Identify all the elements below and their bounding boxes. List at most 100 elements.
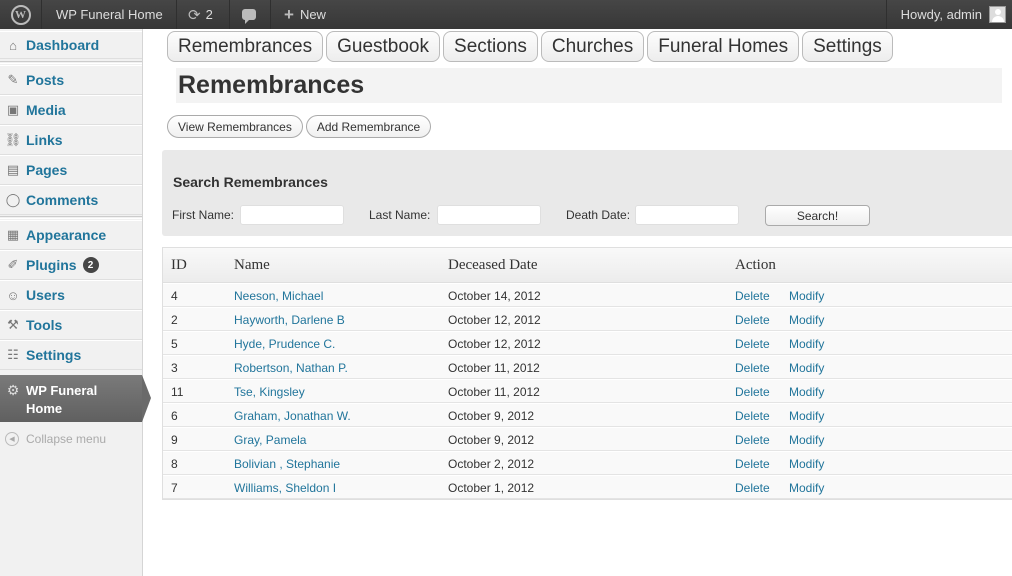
modify-link[interactable]: Modify	[789, 433, 824, 447]
account-menu[interactable]: Howdy, admin	[901, 0, 1006, 29]
row-deceased-date: October 9, 2012	[448, 409, 535, 423]
row-name-link[interactable]: Hyde, Prudence C.	[234, 337, 335, 351]
sidebar-item-dashboard[interactable]: ⌂ Dashboard	[0, 31, 142, 59]
last-name-input[interactable]	[437, 205, 541, 225]
row-id: 2	[171, 313, 178, 327]
comments-icon	[242, 9, 256, 24]
modify-link[interactable]: Modify	[789, 337, 824, 351]
search-title: Search Remembrances	[173, 174, 328, 190]
gear-icon: ⚙	[6, 382, 20, 398]
delete-link[interactable]: Delete	[735, 457, 770, 471]
table-row: 5 Hyde, Prudence C. October 12, 2012 Delete…	[163, 331, 1012, 355]
pages-icon: ▤	[6, 162, 20, 177]
sidebar-item-appearance[interactable]: ▦ Appearance	[0, 220, 142, 250]
sidebar-item-media[interactable]: ▣ Media	[0, 95, 142, 125]
comments-link[interactable]	[242, 0, 256, 29]
sidebar-item-label: Tools	[26, 317, 63, 333]
sidebar-item-users[interactable]: ☺ Users	[0, 280, 142, 310]
row-id: 6	[171, 409, 178, 423]
menu-separator	[0, 61, 142, 64]
table-row: 11 Tse, Kingsley October 11, 2012 Delete Mod…	[163, 379, 1012, 403]
site-name-link[interactable]: WP Funeral Home	[56, 0, 163, 29]
delete-link[interactable]: Delete	[735, 337, 770, 351]
row-name-link[interactable]: Graham, Jonathan W.	[234, 409, 351, 423]
sidebar-item-links[interactable]: ⛓ Links	[0, 125, 142, 155]
divider	[176, 0, 177, 29]
delete-link[interactable]: Delete	[735, 289, 770, 303]
delete-link[interactable]: Delete	[735, 433, 770, 447]
sidebar-item-plugins[interactable]: ✐ Plugins 2	[0, 250, 142, 280]
row-name-link[interactable]: Neeson, Michael	[234, 289, 323, 303]
link-icon: ⛓	[4, 132, 22, 147]
column-header-action: Action	[735, 257, 776, 273]
row-id: 3	[171, 361, 178, 375]
row-id: 5	[171, 337, 178, 351]
modify-link[interactable]: Modify	[789, 481, 824, 495]
sidebar-item-pages[interactable]: ▤ Pages	[0, 155, 142, 185]
death-date-input[interactable]	[635, 205, 739, 225]
plugin-tabs: Remembrances Guestbook Sections Churches…	[167, 31, 893, 62]
table-body: 4 Neeson, Michael October 14, 2012 Delete Mo…	[163, 283, 1012, 499]
search-button[interactable]: Search!	[765, 205, 870, 226]
table-row: 6 Graham, Jonathan W. October 9, 2012 Delet…	[163, 403, 1012, 427]
modify-link[interactable]: Modify	[789, 409, 824, 423]
row-name-link[interactable]: Robertson, Nathan P.	[234, 361, 348, 375]
row-name-link[interactable]: Gray, Pamela	[234, 433, 306, 447]
add-remembrance-button[interactable]: Add Remembrance	[305, 115, 432, 138]
delete-link[interactable]: Delete	[735, 481, 770, 495]
modify-link[interactable]: Modify	[789, 289, 824, 303]
tab-funeral-homes[interactable]: Funeral Homes	[647, 31, 800, 62]
sidebar-item-comments[interactable]: ◯ Comments	[0, 185, 142, 215]
row-deceased-date: October 1, 2012	[448, 481, 535, 495]
admin-bar: W WP Funeral Home ⟳ 2 + New Howdy, admin	[0, 0, 1012, 29]
row-deceased-date: October 2, 2012	[448, 457, 535, 471]
modify-link[interactable]: Modify	[789, 385, 824, 399]
delete-link[interactable]: Delete	[735, 361, 770, 375]
table-row: 4 Neeson, Michael October 14, 2012 Delete Mo…	[163, 283, 1012, 307]
home-icon: ⌂	[9, 37, 17, 53]
row-id: 8	[171, 457, 178, 471]
howdy-text: Howdy, admin	[900, 7, 982, 22]
plus-icon: +	[284, 4, 294, 24]
sidebar-item-label: Posts	[26, 72, 65, 88]
row-deceased-date: October 14, 2012	[448, 289, 541, 303]
users-icon: ☺	[6, 287, 20, 303]
table-header: ID Name Deceased Date Action	[163, 248, 1012, 283]
updates-icon: ⟳	[188, 6, 201, 24]
collapse-menu-button[interactable]: ◀ Collapse menu	[0, 429, 142, 449]
first-name-input[interactable]	[240, 205, 344, 225]
tab-churches[interactable]: Churches	[540, 31, 645, 62]
delete-link[interactable]: Delete	[735, 409, 770, 423]
sidebar-item-wp-funeral-home[interactable]: ⚙ WP Funeral Home	[0, 375, 151, 422]
row-name-link[interactable]: Hayworth, Darlene B	[234, 313, 345, 327]
divider	[270, 0, 271, 29]
sidebar-item-tools[interactable]: ⚒ Tools	[0, 310, 142, 340]
tab-settings[interactable]: Settings	[802, 31, 893, 62]
row-name-link[interactable]: Williams, Sheldon I	[234, 481, 336, 495]
delete-link[interactable]: Delete	[735, 313, 770, 327]
row-deceased-date: October 11, 2012	[448, 385, 540, 399]
view-remembrances-button[interactable]: View Remembrances	[167, 115, 303, 138]
modify-link[interactable]: Modify	[789, 457, 824, 471]
row-id: 4	[171, 289, 178, 303]
sidebar-item-posts[interactable]: ✎ Posts	[0, 65, 142, 95]
sidebar-item-label: Settings	[26, 347, 82, 363]
sidebar-item-label: Appearance	[26, 227, 107, 243]
row-name-link[interactable]: Tse, Kingsley	[234, 385, 305, 399]
column-header-deceased-date: Deceased Date	[448, 257, 538, 273]
sidebar-item-label: Comments	[26, 192, 99, 208]
tab-remembrances[interactable]: Remembrances	[167, 31, 324, 62]
wordpress-logo-button[interactable]: W	[0, 0, 41, 29]
wordpress-logo-icon: W	[10, 4, 31, 25]
modify-link[interactable]: Modify	[789, 361, 824, 375]
column-header-name: Name	[234, 257, 270, 273]
column-header-id: ID	[171, 257, 187, 273]
row-name-link[interactable]: Bolivian , Stephanie	[234, 457, 340, 471]
tab-guestbook[interactable]: Guestbook	[326, 31, 441, 62]
updates-link[interactable]: ⟳ 2	[188, 0, 213, 29]
sidebar-item-settings[interactable]: ☷ Settings	[0, 340, 142, 370]
new-content-link[interactable]: + New	[284, 0, 326, 29]
modify-link[interactable]: Modify	[789, 313, 824, 327]
delete-link[interactable]: Delete	[735, 385, 770, 399]
tab-sections[interactable]: Sections	[443, 31, 538, 62]
